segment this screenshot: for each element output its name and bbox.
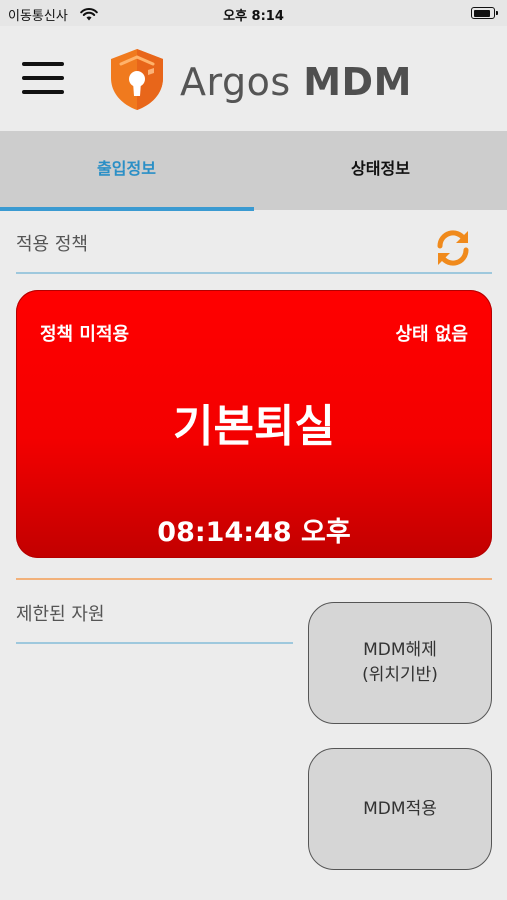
brand-argos: Argos [180,60,291,104]
policy-time: 08:14:48 오후 [157,517,351,548]
refresh-icon[interactable] [432,228,474,268]
mdm-apply-button[interactable]: MDM적용 [308,748,492,870]
restricted-resources-title: 제한된 자원 [16,604,105,625]
brand-mdm: MDM [303,60,412,104]
mdm-release-label: MDM해제 [363,640,437,660]
battery-level [473,9,490,17]
hamburger-menu-icon[interactable] [22,62,64,94]
mdm-release-location-button[interactable]: MDM해제 (위치기반) [308,602,492,724]
battery-icon [471,7,498,19]
state-label: 상태 없음 [395,324,468,345]
tab-active-indicator [0,207,254,211]
policy-name: 기본퇴실 [173,401,335,452]
applied-policy-title: 적용 정책 [16,234,88,255]
brand-name: Argos MDM [180,59,412,105]
tab-status-info[interactable]: 상태정보 [254,131,507,210]
applied-policy-divider [16,272,492,274]
app-header: Argos MDM [0,26,507,131]
tab-access-info[interactable]: 출입정보 [0,131,253,210]
clock: 오후 8:14 [223,9,284,24]
tab-bar: 출입정보 상태정보 [0,131,507,210]
status-bar: 이동통신사 오후 8:14 [0,0,507,26]
section-divider [16,578,492,580]
shield-keyhole-logo [104,46,170,112]
policy-status-label: 정책 미적용 [40,324,130,345]
policy-card: 정책 미적용 상태 없음 기본퇴실 08:14:48 오후 [16,290,492,558]
location-based-label: (위치기반) [362,665,438,685]
restricted-resources-divider [16,642,293,644]
